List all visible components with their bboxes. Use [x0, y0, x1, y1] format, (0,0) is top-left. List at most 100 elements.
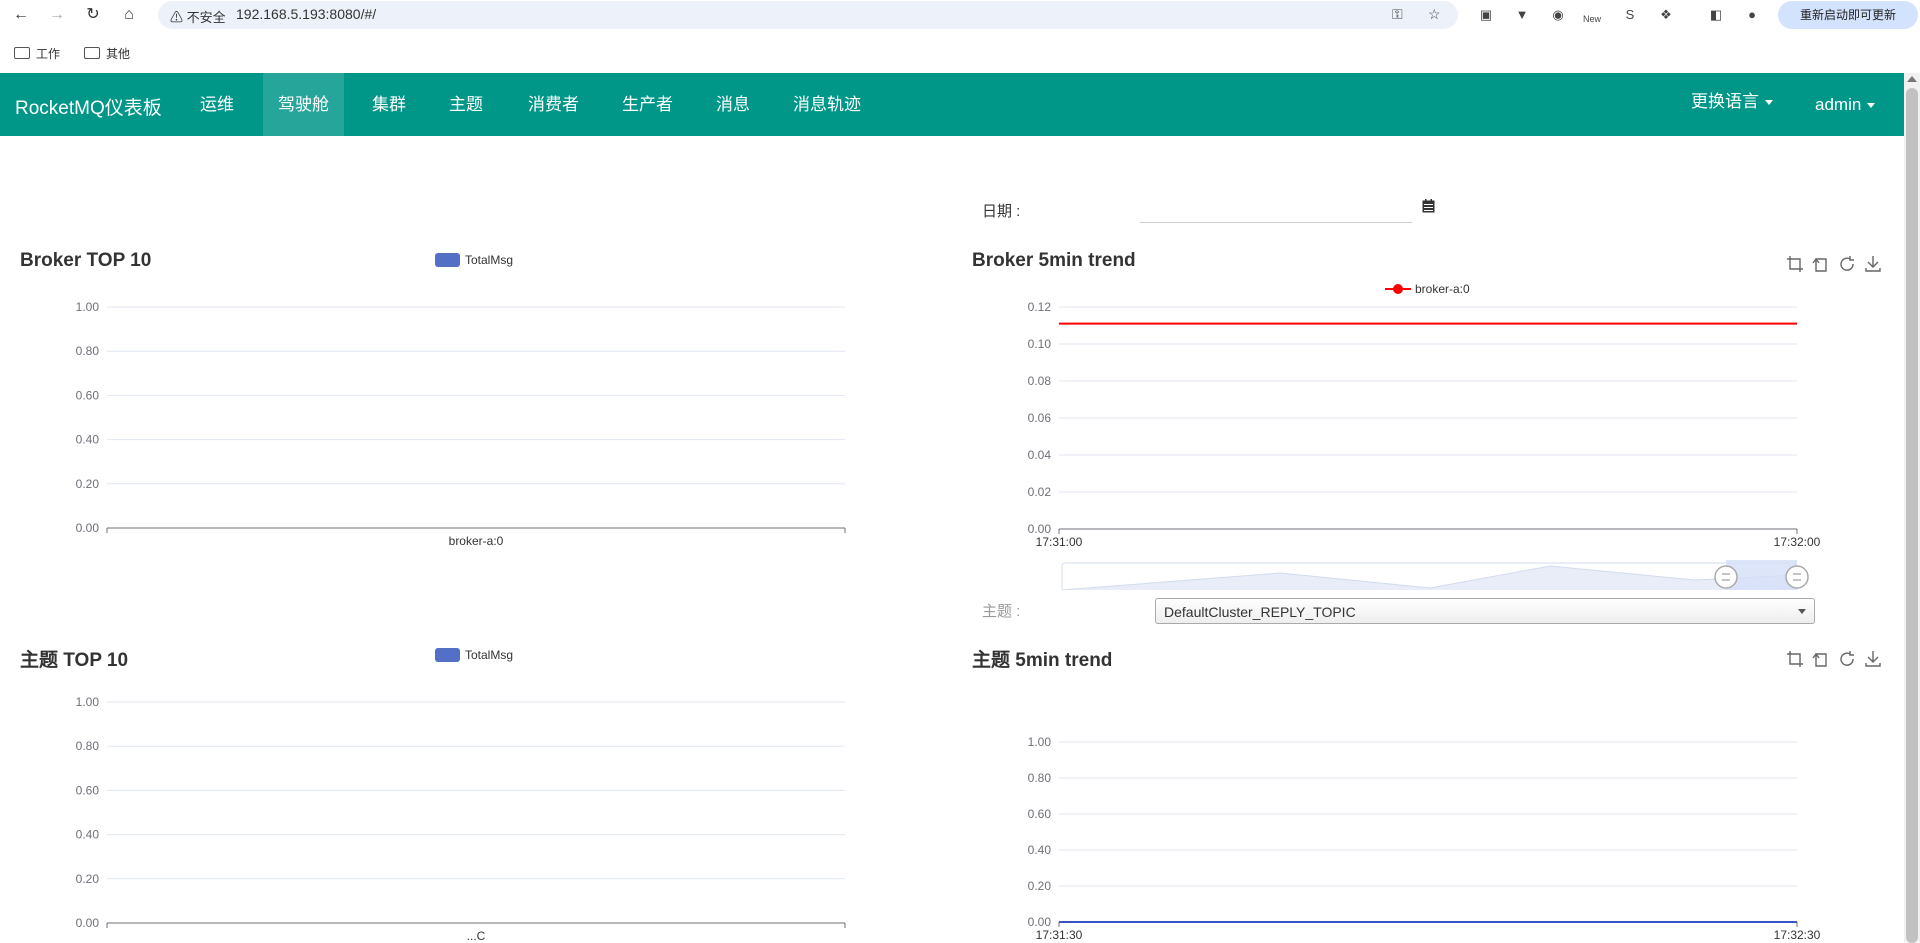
security-chip[interactable]: ⚠ 不安全 [170, 7, 226, 26]
forward-icon[interactable]: → [46, 4, 68, 26]
home-icon[interactable]: ⌂ [118, 4, 140, 26]
date-label: 日期 : [982, 203, 1021, 220]
x-tick-label: broker-a:0 [449, 534, 504, 548]
y-tick-label: 0.04 [1028, 448, 1052, 462]
bookmark-folder-work[interactable]: 工作 [14, 45, 60, 62]
y-tick-label: 0.20 [76, 872, 100, 886]
y-tick-label: 0.80 [76, 344, 100, 358]
new-badge: New [1582, 14, 1601, 24]
zoom-reset-icon[interactable] [1812, 255, 1830, 273]
bookmark-label: 工作 [36, 47, 61, 61]
save-image-icon[interactable] [1864, 255, 1882, 273]
circle-extension-icon[interactable]: ◉ [1548, 5, 1568, 25]
profile-avatar-icon[interactable]: ● [1742, 5, 1762, 25]
y-tick-label: 0.80 [1028, 771, 1052, 785]
nav-item-dashboard[interactable]: 驾驶舱 [263, 73, 344, 136]
topic-select-value: DefaultCluster_REPLY_TOPIC [1164, 604, 1356, 620]
y-tick-label: 0.80 [76, 739, 100, 753]
security-label: 不安全 [186, 10, 226, 25]
y-tick-label: 0.40 [1028, 843, 1052, 857]
password-key-icon[interactable]: ⚿ [1392, 6, 1403, 23]
restore-icon[interactable] [1838, 255, 1856, 273]
broker-top10-legend[interactable]: TotalMsg [435, 253, 513, 267]
broker-trend-chart[interactable]: 0.12 0.10 0.08 0.06 0.04 0.02 0.0017:31:00 17:3… [960, 290, 1904, 590]
broker-top10-title: Broker TOP 10 [20, 250, 152, 271]
legend-swatch [435, 253, 460, 267]
date-input[interactable] [1140, 200, 1412, 223]
bookmarks-bar: 工作 其他 [0, 37, 1920, 67]
language-menu[interactable]: 更换语言 [1676, 70, 1788, 133]
nav-item-ops[interactable]: 运维 [185, 73, 249, 136]
y-tick-label: 0.60 [76, 388, 100, 402]
x-tick-label: 17:32:30 [1774, 928, 1821, 942]
folder-icon [14, 47, 30, 59]
scroll-up-arrow-icon[interactable] [1907, 76, 1917, 82]
topic-trend-title: 主题 5min trend [972, 650, 1113, 671]
extension-icon[interactable]: ▣ [1476, 5, 1496, 25]
brand-title[interactable]: RocketMQ仪表板 [15, 93, 162, 120]
scrollbar-thumb[interactable] [1906, 88, 1918, 943]
language-menu-label: 更换语言 [1691, 92, 1759, 111]
legend-label: TotalMsg [465, 253, 514, 267]
y-tick-label: 1.00 [76, 695, 100, 709]
y-tick-label: 0.00 [1028, 522, 1052, 536]
topic-top10-chart[interactable]: 1.00 0.80 0.60 0.40 0.20 0.00 ...C [0, 685, 880, 943]
nav-item-producer[interactable]: 生产者 [607, 73, 688, 136]
y-tick-label: 0.60 [76, 783, 100, 797]
y-tick-label: 0.00 [1028, 915, 1052, 929]
topic-label: 主题 : [982, 603, 1021, 620]
vue-devtools-icon[interactable]: ▼ [1512, 5, 1532, 25]
legend-swatch [435, 648, 460, 662]
y-tick-label: 0.40 [76, 828, 100, 842]
nav-item-message[interactable]: 消息 [701, 73, 765, 136]
topic-trend-chart[interactable]: 1.00 0.80 0.60 0.40 0.20 0.0017:31:30 17:32:30 [960, 720, 1904, 943]
restore-icon[interactable] [1838, 650, 1856, 668]
zoom-reset-icon[interactable] [1812, 650, 1830, 668]
bookmark-label: 其他 [106, 47, 131, 61]
user-menu[interactable]: admin [1800, 73, 1890, 136]
new-extension-icon[interactable]: New [1582, 5, 1602, 25]
nav-item-consumer[interactable]: 消费者 [513, 73, 594, 136]
caret-down-icon [1867, 103, 1876, 109]
x-tick-label: 17:31:00 [1036, 535, 1083, 549]
zoom-handle-icon [1785, 565, 1809, 589]
y-tick-label: 0.00 [76, 521, 100, 535]
save-image-icon[interactable] [1864, 650, 1882, 668]
x-tick-label: ...C [467, 929, 486, 943]
y-tick-label: 1.00 [1028, 735, 1052, 749]
legend-label: TotalMsg [465, 648, 514, 662]
topic-select[interactable]: DefaultCluster_REPLY_TOPIC [1155, 598, 1815, 624]
broker-top10-chart[interactable]: 1.00 0.80 0.60 0.40 0.20 0.00 broker-a:0 [0, 290, 880, 560]
zoom-handle-icon [1714, 565, 1738, 589]
nav-item-cluster[interactable]: 集群 [357, 73, 421, 136]
topic-top10-legend[interactable]: TotalMsg [435, 648, 513, 662]
zoom-icon[interactable] [1786, 650, 1804, 668]
y-tick-label: 0.20 [1028, 879, 1052, 893]
puzzle-extensions-icon[interactable]: ❖ [1656, 5, 1676, 25]
user-menu-label: admin [1815, 95, 1862, 114]
y-tick-label: 0.60 [1028, 807, 1052, 821]
bookmark-folder-other[interactable]: 其他 [84, 45, 130, 62]
topic-top10-title: 主题 TOP 10 [20, 650, 129, 671]
back-icon[interactable]: ← [10, 4, 32, 26]
y-tick-label: 0.12 [1028, 300, 1052, 314]
zoom-icon[interactable] [1786, 255, 1804, 273]
y-tick-label: 0.10 [1028, 337, 1052, 351]
y-tick-label: 1.00 [76, 300, 100, 314]
side-panel-icon[interactable]: ◧ [1706, 5, 1726, 25]
nav-item-topic[interactable]: 主题 [434, 73, 498, 136]
broker-trend-title: Broker 5min trend [972, 250, 1136, 271]
y-tick-label: 0.02 [1028, 485, 1052, 499]
s-extension-icon[interactable]: S [1620, 5, 1640, 25]
calendar-icon[interactable] [1422, 199, 1435, 213]
update-button[interactable]: 重新启动即可更新 [1778, 1, 1918, 29]
nav-item-message-trace[interactable]: 消息轨迹 [778, 73, 876, 136]
folder-icon [84, 47, 100, 59]
chevron-down-icon [1798, 609, 1806, 614]
y-tick-label: 0.08 [1028, 374, 1052, 388]
url-text[interactable]: 192.168.5.193:8080/#/ [236, 6, 376, 22]
reload-icon[interactable]: ↻ [82, 4, 104, 26]
browser-toolbar: ← → ↻ ⌂ ⚠ 不安全 192.168.5.193:8080/#/ ⚿ ☆ … [0, 0, 1920, 30]
app-navbar: RocketMQ仪表板 运维 驾驶舱 集群 主题 消费者 生产者 消息 消息轨迹… [0, 73, 1904, 136]
bookmark-star-icon[interactable]: ☆ [1428, 6, 1441, 23]
